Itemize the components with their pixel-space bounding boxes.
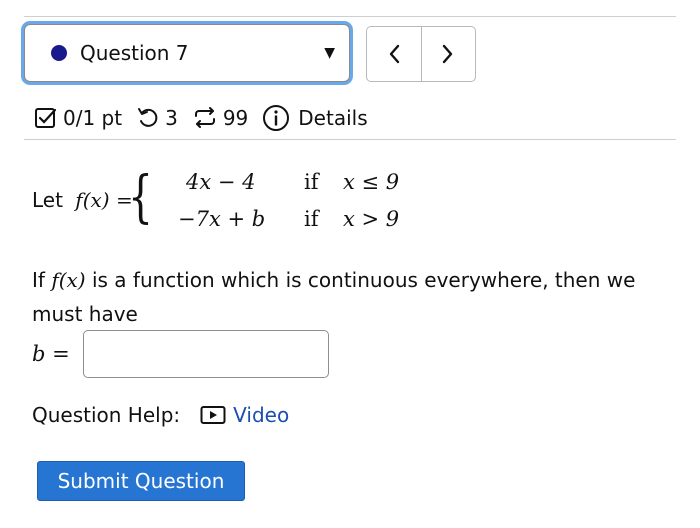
video-play-icon — [200, 406, 226, 424]
submit-question-button[interactable]: Submit Question — [37, 461, 245, 501]
statement-line-2: must have — [32, 302, 138, 326]
top-divider — [24, 16, 676, 17]
piece-1-expr: 4x − 4 — [186, 170, 256, 194]
retries-count: 3 — [165, 106, 178, 130]
attempts-count: 99 — [222, 106, 249, 130]
video-help-link[interactable]: Video — [200, 403, 289, 427]
question-nav — [366, 26, 476, 82]
dropdown-caret-icon: ▼ — [324, 45, 335, 61]
answer-input[interactable] — [83, 330, 329, 378]
question-info-bar: 0/1 pt 3 99 Details — [34, 104, 368, 132]
piece-2-if: if — [304, 207, 319, 231]
problem-statement: If f(x) is a function which is continuou… — [32, 268, 635, 292]
piecewise-brace: { — [128, 165, 153, 230]
piece-1-cond: x ≤ 9 — [343, 170, 400, 194]
score-checkbox-icon — [34, 106, 58, 130]
question-status-dot — [51, 45, 67, 61]
piece-1-if: if — [304, 170, 319, 194]
video-link-text: Video — [233, 403, 290, 427]
question-help-label: Question Help: — [32, 403, 181, 427]
piece-2-expr: −7x + b — [178, 207, 266, 231]
chevron-left-icon — [389, 44, 399, 64]
details-link[interactable]: Details — [298, 106, 367, 130]
answer-label: b = — [32, 342, 70, 366]
info-icon[interactable] — [262, 104, 290, 132]
score-text: 0/1 pt — [63, 106, 123, 130]
previous-question-button[interactable] — [367, 27, 421, 81]
problem-intro-line: Let f(x) = — [32, 188, 133, 212]
problem-intro: Let — [32, 188, 63, 212]
attempts-icon — [192, 106, 218, 130]
question-help: Question Help: Video — [32, 403, 289, 427]
question-selector-label: Question 7 — [80, 41, 189, 65]
retry-icon — [136, 106, 160, 130]
function-name: f(x) = — [75, 188, 133, 212]
next-question-button[interactable] — [420, 27, 476, 81]
question-selector[interactable]: Question 7 ▼ — [24, 24, 350, 82]
chevron-right-icon — [443, 44, 453, 64]
statement-rest: is a function which is continuous everyw… — [85, 268, 636, 292]
info-divider — [24, 139, 676, 140]
piece-2-cond: x > 9 — [343, 207, 400, 231]
statement-if: If — [32, 268, 45, 292]
statement-fx: f(x) — [51, 268, 86, 292]
